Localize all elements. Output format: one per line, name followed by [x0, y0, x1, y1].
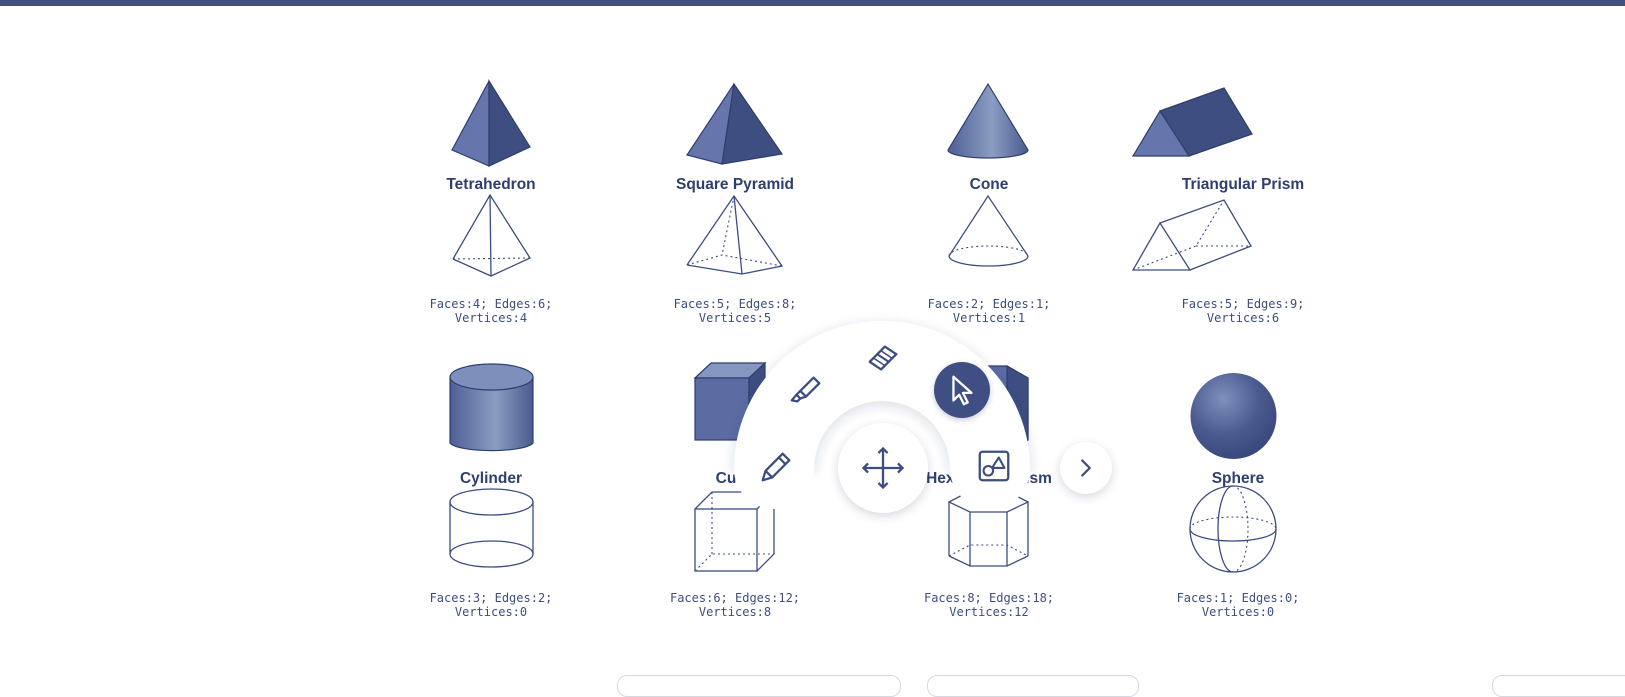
shape-stats: Faces:3; Edges:2; Vertices:0 — [429, 591, 553, 619]
shape-name: Cylinder — [459, 470, 522, 487]
cylinder-wireframe-icon — [449, 488, 534, 568]
sphere-solid-icon — [1190, 373, 1277, 459]
shape-stats: Faces:4; Edges:6; Vertices:4 — [429, 297, 553, 325]
shape-name: Square Pyramid — [675, 176, 795, 193]
shape-stats: Faces:8; Edges:18; Vertices:12 — [923, 591, 1055, 619]
shapes-icon — [978, 450, 1010, 482]
shapes-tool-button[interactable] — [966, 438, 1022, 494]
square-pyramid-solid-icon — [686, 82, 784, 165]
shape-stats: Faces:5; Edges:8; Vertices:5 — [673, 297, 797, 325]
shape-stats: Faces:5; Edges:9; Vertices:6 — [1181, 297, 1305, 325]
bottom-control[interactable] — [1492, 675, 1625, 697]
shape-stats: Faces:2; Edges:1; Vertices:1 — [927, 297, 1051, 325]
tetrahedron-solid-icon — [451, 78, 531, 167]
chevron-right-icon — [1081, 459, 1091, 477]
triangular-prism-solid-icon — [1131, 87, 1253, 157]
cone-wireframe-icon — [948, 194, 1029, 267]
top-accent-bar — [0, 0, 1625, 6]
sphere-wireframe-icon — [1189, 485, 1277, 573]
shape-stats: Faces:1; Edges:0; Vertices:0 — [1176, 591, 1300, 619]
pencil-icon — [761, 452, 791, 482]
bottom-control[interactable] — [927, 675, 1139, 697]
pointer-tool-button[interactable] — [934, 362, 990, 418]
cone-solid-icon — [947, 82, 1029, 159]
move-icon — [861, 446, 905, 490]
pencil-tool-button[interactable] — [748, 439, 804, 495]
triangular-prism-wireframe-icon — [1131, 199, 1252, 271]
bottom-control[interactable] — [617, 675, 901, 697]
cylinder-solid-icon — [449, 363, 534, 452]
shape-stats: Faces:6; Edges:12; Vertices:8 — [669, 591, 801, 619]
tetrahedron-wireframe-icon — [452, 193, 531, 277]
square-pyramid-wireframe-icon — [686, 194, 784, 275]
eraser-icon — [868, 345, 898, 371]
pointer-icon — [952, 375, 973, 406]
highlighter-tool-button[interactable] — [778, 361, 834, 417]
eraser-tool-button[interactable] — [855, 330, 911, 386]
shape-name: Cone — [969, 176, 1009, 193]
shape-name: Tetrahedron — [446, 176, 536, 193]
highlighter-icon — [790, 376, 821, 403]
shape-name: Triangular Prism — [1181, 176, 1305, 193]
shape-name: Cube — [715, 470, 755, 487]
expand-menu-button[interactable] — [1060, 442, 1112, 494]
move-handle-button[interactable] — [838, 423, 928, 513]
cube-wireframe-icon — [694, 491, 775, 572]
shape-name: Sphere — [1211, 470, 1265, 487]
